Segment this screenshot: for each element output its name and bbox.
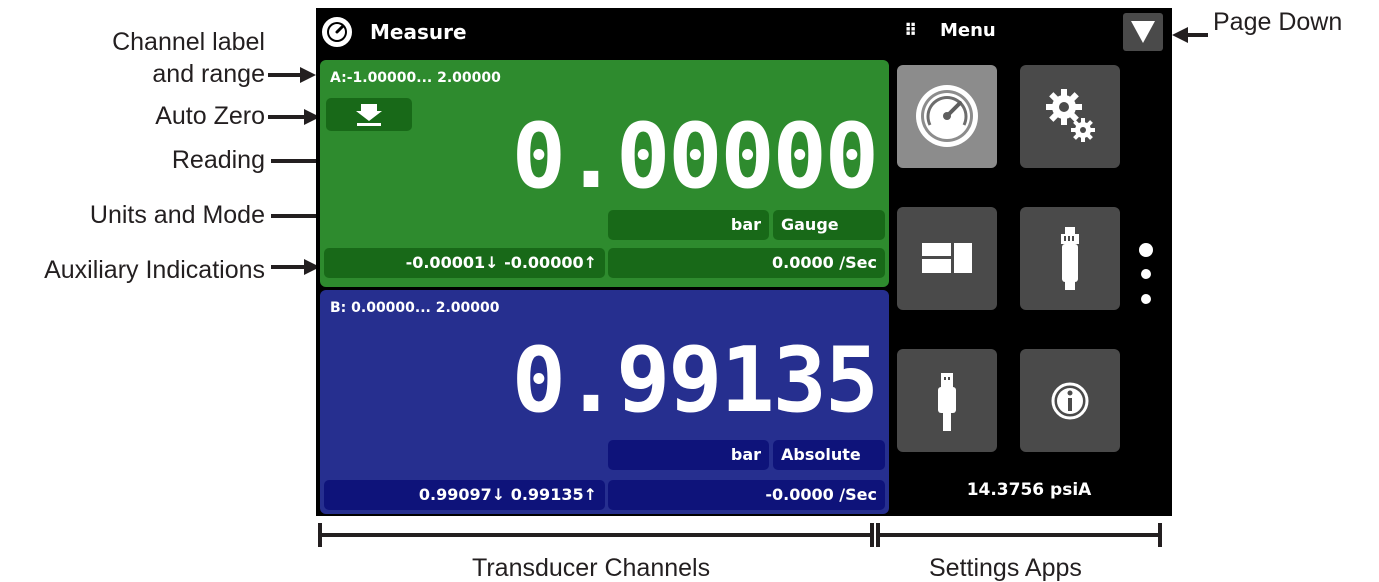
channel-b-reading: 0.99135 [511,328,879,433]
arrow-channel-label [268,73,304,77]
grid-dots-icon[interactable]: ⠿ [904,21,917,41]
channel-a-units[interactable]: bar [608,210,769,240]
usb-app[interactable] [897,349,997,452]
callout-auto-zero: Auto Zero [155,102,265,130]
info-icon [1051,382,1089,420]
channel-a-mode[interactable]: Gauge [773,210,885,240]
label-settings-apps: Settings Apps [929,554,1082,582]
arrow-auto-zero [268,115,308,119]
bracket-right-end [1158,523,1162,547]
label-transducer-channels: Transducer Channels [472,554,711,582]
channel-b-aux-minmax[interactable]: 0.99097↓ 0.99135↑ [324,480,605,510]
callout-channel-range: and range [152,60,265,88]
channel-b-rate[interactable]: -0.0000 /Sec [608,480,885,510]
auto-zero-button[interactable] [326,98,412,131]
callout-units-mode: Units and Mode [89,201,265,229]
callout-reading: Reading [171,146,265,174]
auto-zero-icon [356,104,382,126]
display-app[interactable] [897,207,997,310]
channel-b-range: B: 0.00000... 2.00000 [330,300,500,316]
arrowhead-channel-label [300,67,316,83]
channel-a-rate[interactable]: 0.0000 /Sec [608,248,885,278]
callout-channel-label: Channel label [112,28,265,56]
pager-dot-active[interactable] [1139,243,1153,257]
device-screen: Measure ⠿ Menu A:-1.00000... 2.00000 0.0… [316,8,1172,516]
channel-a-range: A:-1.00000... 2.00000 [330,70,501,86]
pager-dot[interactable] [1141,269,1151,279]
arrow-page-down [1186,33,1208,37]
usb-plug-icon [938,373,956,431]
transducer-icon [1061,227,1079,290]
channel-a-reading: 0.00000 [511,104,879,209]
channel-b-units[interactable]: bar [608,440,769,470]
channel-a-aux-minmax[interactable]: -0.00001↓ -0.00000↑ [324,248,605,278]
channel-b-mode[interactable]: Absolute [773,440,885,470]
callout-auxiliary: Auxiliary Indications [44,256,265,284]
page-title: Measure [370,20,467,44]
channel-b-panel[interactable]: B: 0.00000... 2.00000 0.99135 bar Absolu… [320,290,889,514]
channel-a-panel[interactable]: A:-1.00000... 2.00000 0.00000 bar Gauge … [320,60,889,287]
bracket-transducer-line [318,533,873,537]
menu-button[interactable]: Menu [940,20,996,41]
bracket-mid-end [870,523,874,547]
pager-dot[interactable] [1141,294,1151,304]
measure-app[interactable] [897,65,997,168]
info-app[interactable] [1020,349,1120,452]
settings-app[interactable] [1020,65,1120,168]
gears-icon [1046,89,1095,142]
window-layout-icon [922,243,972,273]
bracket-settings-line [876,533,1162,537]
page-down-button[interactable] [1123,13,1163,51]
arrow-auxiliary [271,265,307,269]
gauge-icon [322,17,352,47]
gauge-icon [916,85,978,147]
callout-page-down: Page Down [1213,8,1343,36]
barometer-reading: 14.3756 psiA [966,480,1092,500]
sensor-app[interactable] [1020,207,1120,310]
